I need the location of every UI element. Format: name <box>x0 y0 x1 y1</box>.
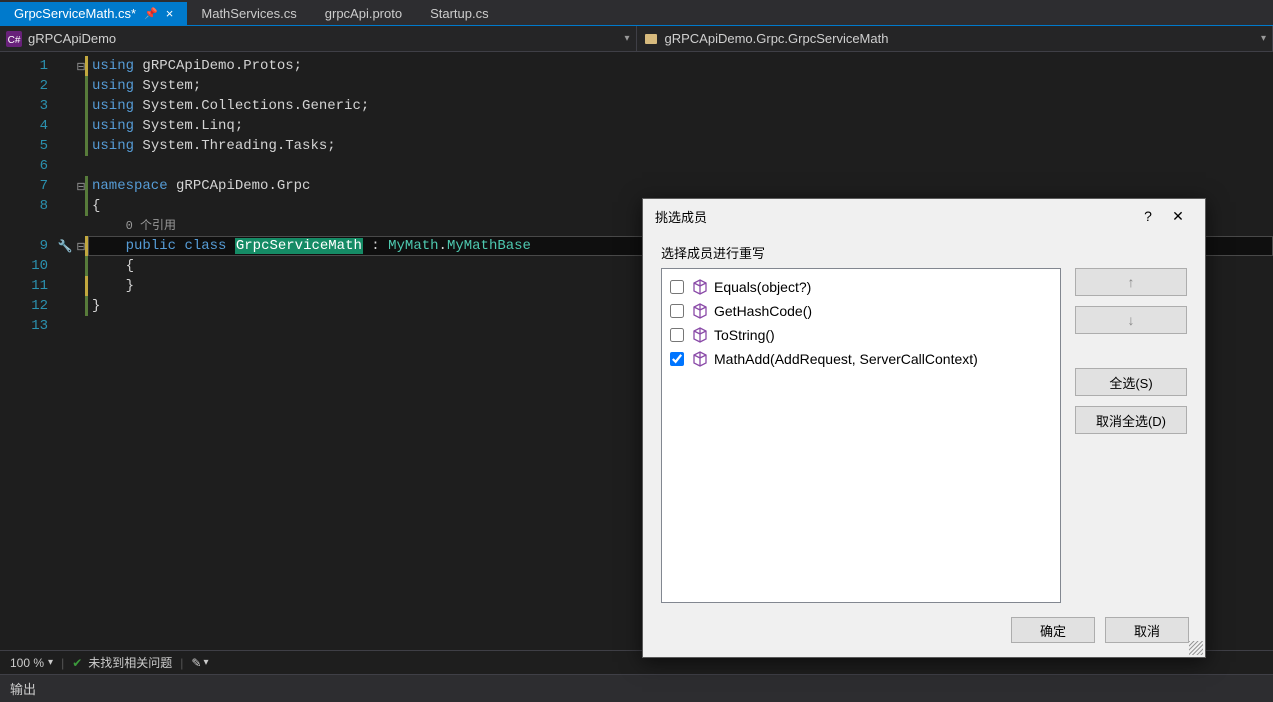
check-icon: ✔ <box>72 656 82 670</box>
method-icon <box>692 327 708 343</box>
member-item[interactable]: ToString() <box>670 323 1052 347</box>
tab-grpcservicemath[interactable]: GrpcServiceMath.cs* 📌 × <box>0 2 187 25</box>
select-all-button[interactable]: 全选(S) <box>1075 368 1187 396</box>
member-checkbox[interactable] <box>670 328 684 342</box>
member-checkbox[interactable] <box>670 304 684 318</box>
method-icon <box>692 279 708 295</box>
member-item[interactable]: GetHashCode() <box>670 299 1052 323</box>
project-combo[interactable]: C# gRPCApiDemo ▾ <box>0 26 637 51</box>
tab-mathservices[interactable]: MathServices.cs <box>187 2 310 25</box>
cancel-button[interactable]: 取消 <box>1105 617 1189 643</box>
move-up-button[interactable]: ↑ <box>1075 268 1187 296</box>
chevron-down-icon: ▾ <box>624 33 629 44</box>
navigation-bar: C# gRPCApiDemo ▾ gRPCApiDemo.Grpc.GrpcSe… <box>0 26 1273 52</box>
pick-members-dialog: 挑选成员 ? ✕ 选择成员进行重写 Equals(object?) GetHash… <box>642 198 1206 658</box>
member-item[interactable]: MathAdd(AddRequest, ServerCallContext) <box>670 347 1052 371</box>
member-label: MathAdd(AddRequest, ServerCallContext) <box>714 351 978 367</box>
chevron-down-icon[interactable]: ▾ <box>48 657 53 668</box>
tab-label: GrpcServiceMath.cs* <box>14 6 136 21</box>
pin-icon[interactable]: 📌 <box>144 7 158 20</box>
chevron-down-icon: ▾ <box>1261 33 1266 44</box>
member-checkbox[interactable] <box>670 352 684 366</box>
chevron-down-icon[interactable]: ▾ <box>203 657 208 668</box>
help-button[interactable]: ? <box>1133 208 1163 224</box>
type-combo[interactable]: gRPCApiDemo.Grpc.GrpcServiceMath ▾ <box>637 26 1273 51</box>
tab-label: MathServices.cs <box>201 6 296 21</box>
member-label: GetHashCode() <box>714 303 812 319</box>
svg-text:C#: C# <box>8 35 21 46</box>
tab-grpcapi-proto[interactable]: grpcApi.proto <box>311 2 416 25</box>
member-item[interactable]: Equals(object?) <box>670 275 1052 299</box>
dialog-label: 选择成员进行重写 <box>661 243 1187 262</box>
move-down-button[interactable]: ↓ <box>1075 306 1187 334</box>
nav-left-label: gRPCApiDemo <box>28 31 116 46</box>
dialog-title: 挑选成员 <box>655 207 707 226</box>
nav-right-label: gRPCApiDemo.Grpc.GrpcServiceMath <box>665 31 889 46</box>
tab-label: Startup.cs <box>430 6 489 21</box>
method-icon <box>692 303 708 319</box>
member-label: Equals(object?) <box>714 279 811 295</box>
member-list[interactable]: Equals(object?) GetHashCode() ToString() Ma… <box>661 268 1061 603</box>
issues-label[interactable]: 未找到相关问题 <box>88 654 172 671</box>
tab-bar: GrpcServiceMath.cs* 📌 × MathServices.cs … <box>0 0 1273 26</box>
close-icon[interactable]: × <box>166 6 174 21</box>
member-label: ToString() <box>714 327 775 343</box>
member-checkbox[interactable] <box>670 280 684 294</box>
class-icon <box>643 31 659 47</box>
dialog-titlebar[interactable]: 挑选成员 ? ✕ <box>643 199 1205 233</box>
brush-icon[interactable]: ✎ <box>191 656 201 670</box>
ok-button[interactable]: 确定 <box>1011 617 1095 643</box>
output-panel[interactable]: 输出 <box>0 674 1273 702</box>
method-icon <box>692 351 708 367</box>
resize-grip[interactable] <box>1189 641 1203 655</box>
tab-label: grpcApi.proto <box>325 6 402 21</box>
tab-startup[interactable]: Startup.cs <box>416 2 503 25</box>
gutter: 1⊟234567⊟89🔧⊟10111213 <box>0 52 88 650</box>
close-button[interactable]: ✕ <box>1163 208 1193 225</box>
deselect-all-button[interactable]: 取消全选(D) <box>1075 406 1187 434</box>
csharp-icon: C# <box>6 31 22 47</box>
zoom-level[interactable]: 100 % <box>10 656 44 670</box>
output-title: 输出 <box>10 679 36 698</box>
